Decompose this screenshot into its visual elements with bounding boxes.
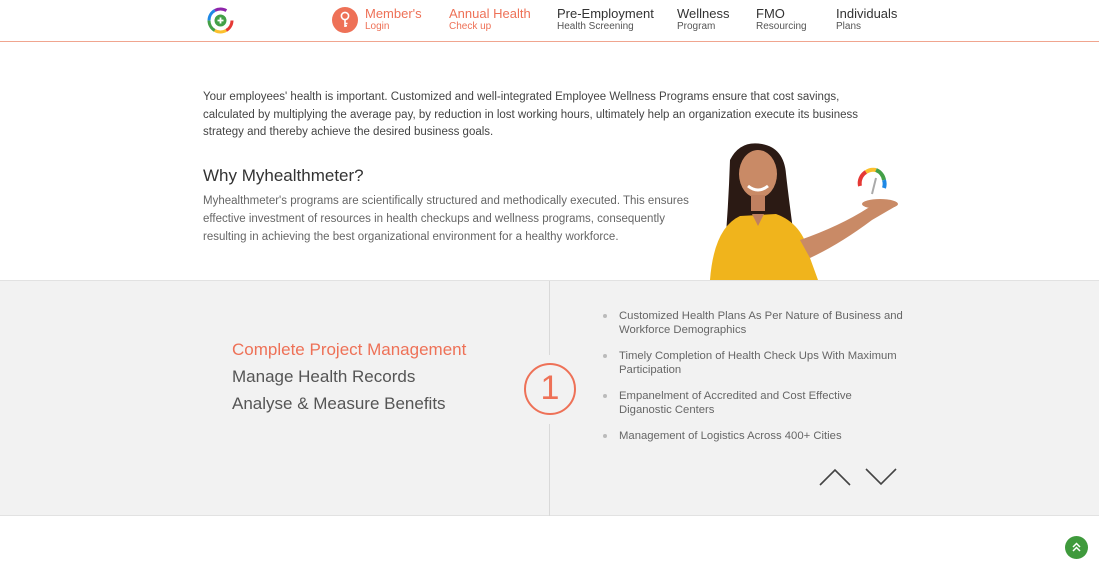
intro-paragraph: Your employees' health is important. Cus… (203, 91, 859, 138)
divider (549, 424, 550, 516)
nav-subtitle: Program (677, 21, 716, 32)
nav-individual-plans[interactable]: Individuals Plans (836, 7, 897, 32)
why-heading: Why Myhealthmeter? (203, 166, 364, 185)
nav-annual-health-checkup[interactable]: Annual Health Check up (449, 7, 531, 32)
scroll-to-top-button[interactable] (1065, 536, 1088, 559)
tab-manage-health-records[interactable]: Manage Health Records (232, 363, 466, 390)
key-icon[interactable] (332, 7, 358, 33)
site-header: Member's Login Annual Health Check up Pr… (0, 0, 1099, 42)
nav-subtitle: Check up (449, 21, 492, 32)
tab-analyse-measure-benefits[interactable]: Analyse & Measure Benefits (232, 390, 466, 417)
nav-subtitle: Plans (836, 21, 862, 32)
nav-title: Annual Health (449, 6, 531, 21)
list-item: Customized Health Plans As Per Nature of… (603, 309, 903, 337)
woman-holding-meter-image (710, 143, 898, 280)
list-item: Empanelment of Accredited and Cost Effec… (603, 389, 903, 417)
nav-subtitle: Health Screening (557, 21, 634, 32)
tab-complete-project-management[interactable]: Complete Project Management (232, 336, 466, 363)
nav-title: Member's (365, 6, 422, 21)
nav-subtitle: Resourcing (756, 21, 807, 32)
divider (549, 281, 550, 355)
nav-fmo-resourcing[interactable]: FMO Resourcing (756, 7, 807, 32)
nav-title: Wellness (677, 6, 730, 21)
services-tab-list: Complete Project Management Manage Healt… (232, 336, 466, 417)
feature-list: Customized Health Plans As Per Nature of… (603, 309, 903, 455)
nav-title: FMO (756, 6, 785, 21)
list-item: Timely Completion of Health Check Ups Wi… (603, 349, 903, 377)
nav-subtitle: Login (365, 21, 390, 32)
nav-title: Pre-Employment (557, 6, 654, 21)
logo-icon[interactable] (207, 7, 234, 34)
step-number-badge: 1 (524, 363, 576, 415)
double-chevron-up-icon (1072, 542, 1081, 552)
list-item: Management of Logistics Across 400+ Citi… (603, 429, 903, 443)
nav-wellness-program[interactable]: Wellness Program (677, 7, 730, 32)
why-paragraph: Myhealthmeter's programs are scientifica… (203, 195, 689, 243)
chevron-down-icon[interactable] (864, 466, 898, 488)
chevron-up-icon[interactable] (818, 466, 852, 488)
nav-members-login[interactable]: Member's Login (365, 7, 422, 32)
nav-pre-employment[interactable]: Pre-Employment Health Screening (557, 7, 654, 32)
nav-title: Individuals (836, 6, 898, 21)
